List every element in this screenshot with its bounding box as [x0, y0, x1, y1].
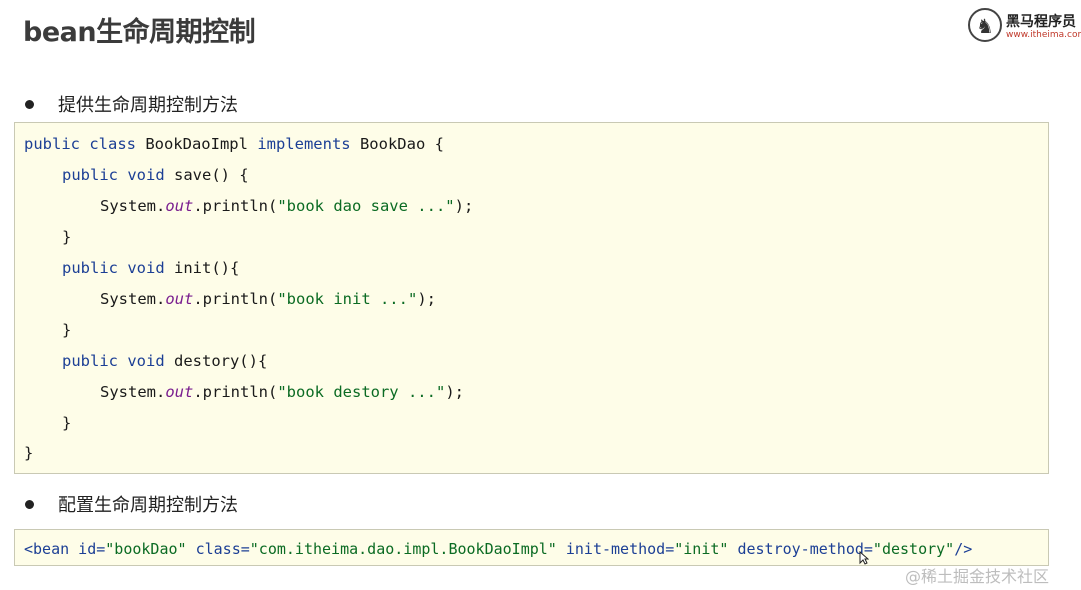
brand-logo: ♞ 黑马程序员 www.itheima.com: [968, 8, 1081, 44]
code-line: System.out.println("book dao save ...");: [100, 197, 474, 215]
code-line: }: [24, 444, 34, 462]
logo-brand-text: 黑马程序员: [1006, 14, 1076, 30]
bullet-item: 提供生命周期控制方法: [25, 91, 238, 117]
watermark-text: @稀土掘金技术社区: [905, 567, 1050, 586]
code-line: }: [62, 321, 72, 339]
code-line: public void destory(){: [62, 352, 268, 370]
java-code-block: public class BookDaoImpl implements Book…: [14, 122, 1049, 474]
bullet-dot-icon: [25, 500, 34, 509]
bullet-text: 配置生命周期控制方法: [58, 495, 238, 516]
code-line: public void save() {: [62, 166, 249, 184]
code-line: public void init(){: [62, 259, 240, 277]
bullet-item: 配置生命周期控制方法: [25, 491, 238, 517]
code-line: System.out.println("book init ...");: [100, 290, 436, 308]
code-line: public class BookDaoImpl implements Book…: [24, 135, 444, 153]
code-line: }: [62, 228, 72, 246]
code-line: }: [62, 414, 72, 432]
xml-code-block: <bean id="bookDao" class="com.itheima.da…: [14, 529, 1049, 566]
bullet-text: 提供生命周期控制方法: [58, 95, 238, 116]
code-line: <bean id="bookDao" class="com.itheima.da…: [24, 540, 973, 558]
page-title: bean生命周期控制: [23, 17, 256, 48]
bullet-dot-icon: [25, 100, 34, 109]
code-line: System.out.println("book destory ...");: [100, 383, 464, 401]
horse-logo-icon: ♞: [968, 8, 1002, 42]
logo-url-text: www.itheima.com: [1006, 30, 1081, 40]
mouse-cursor-icon: [859, 551, 869, 565]
